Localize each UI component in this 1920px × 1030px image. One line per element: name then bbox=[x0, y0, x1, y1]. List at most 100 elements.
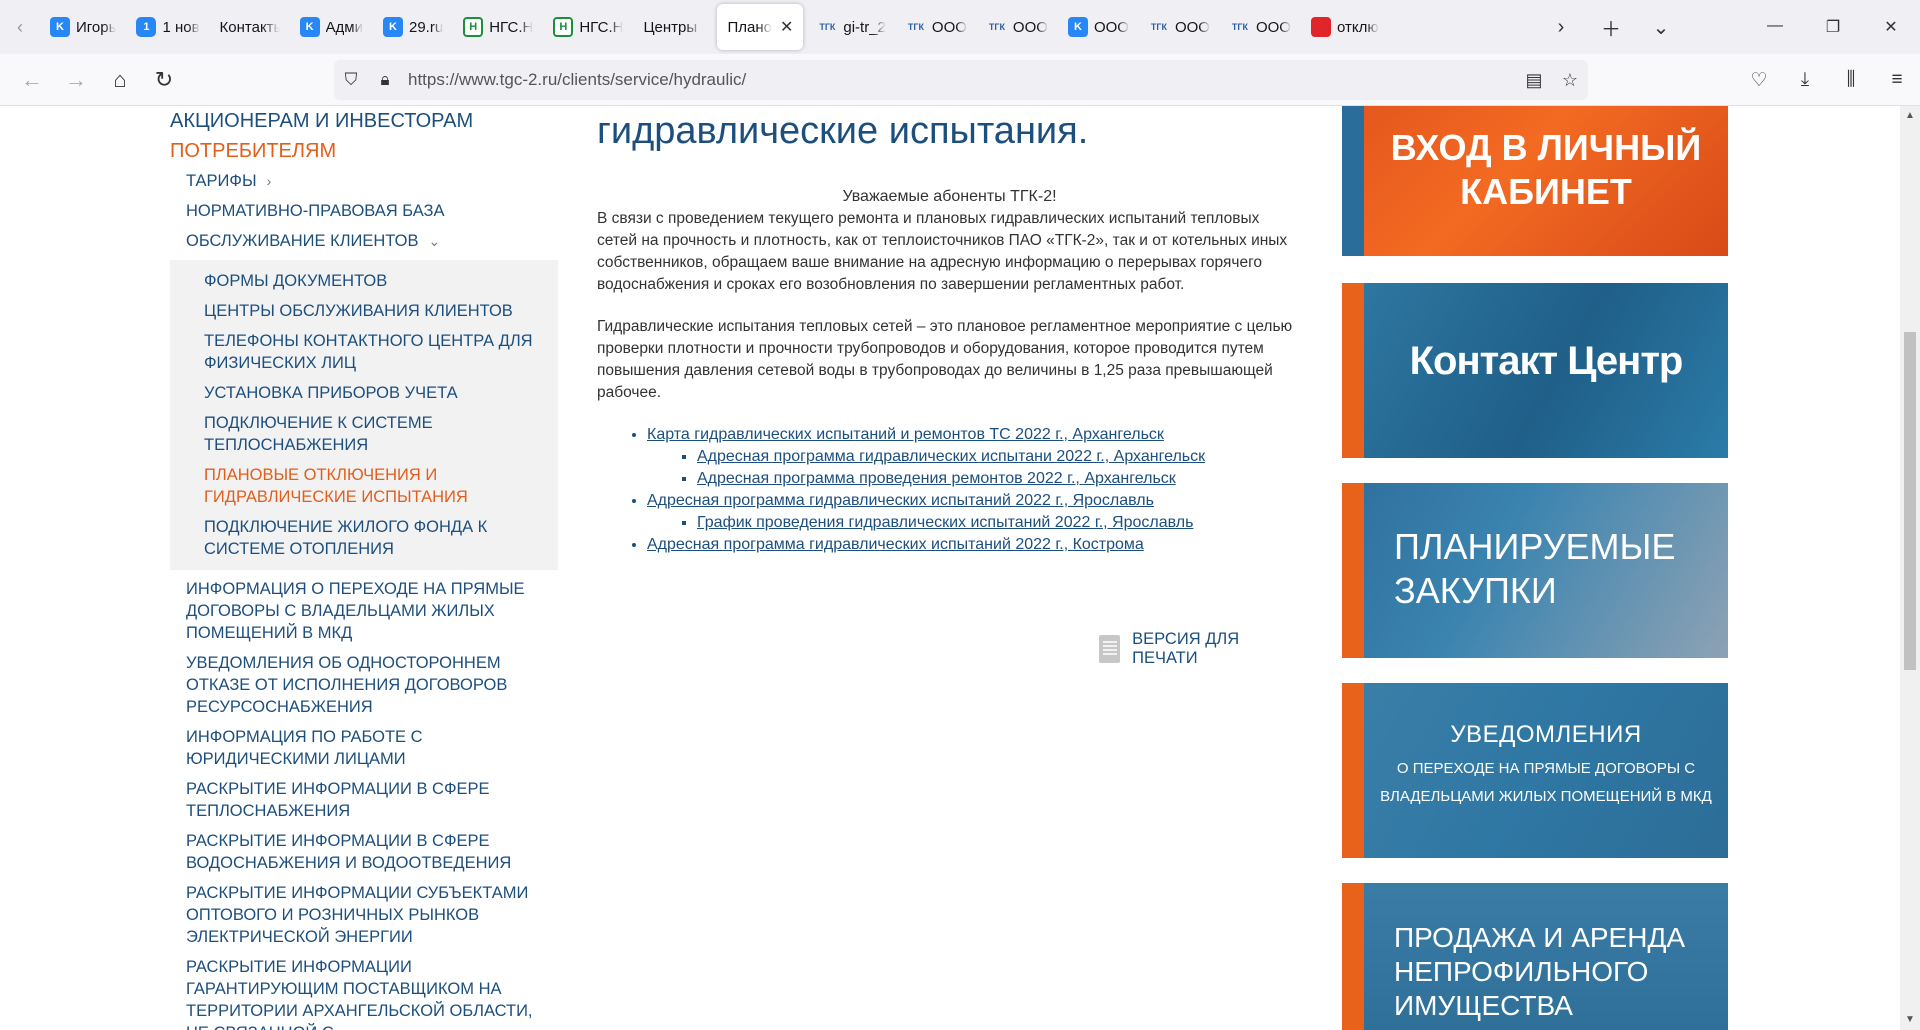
document-link[interactable]: График проведения гидравлических испытан… bbox=[697, 514, 1193, 531]
tab-title: ООО bbox=[1093, 18, 1129, 36]
tab-favicon-icon: ТГК bbox=[1231, 22, 1249, 32]
tab-active[interactable]: Плано ✕ bbox=[717, 4, 804, 50]
tab[interactable]: K 29.ru bbox=[373, 0, 453, 54]
menu-item-tariffs[interactable]: ТАРИФЫ › bbox=[168, 166, 558, 196]
document-link[interactable]: Адресная программа проведения ремонтов 2… bbox=[697, 470, 1176, 487]
tab[interactable]: Центры о bbox=[633, 0, 713, 54]
banner-personal-account[interactable]: ВХОД В ЛИЧНЫЙ КАБИНЕТ bbox=[1342, 106, 1728, 256]
tab[interactable]: K Игорь bbox=[40, 0, 126, 54]
document-link-item: Карта гидравлических испытаний и ремонто… bbox=[647, 424, 1302, 446]
printer-icon bbox=[1099, 635, 1121, 663]
main-content: гидравлические испытания. Уважаемые абон… bbox=[597, 106, 1302, 667]
tab[interactable]: ТГК ООО bbox=[977, 0, 1058, 54]
menu-section-consumers[interactable]: ПОТРЕБИТЕЛЯМ bbox=[170, 136, 558, 166]
bookmark-star-icon[interactable]: ☆ bbox=[1552, 70, 1588, 91]
submenu-item-hydraulic[interactable]: ПЛАНОВЫЕ ОТКЛЮЧЕНИЯ И ГИДРАВЛИЧЕСКИЕ ИСП… bbox=[170, 460, 558, 512]
menu-item-disclosure-heat[interactable]: РАСКРЫТИЕ ИНФОРМАЦИИ В СФЕРЕ ТЕПЛОСНАБЖЕ… bbox=[168, 774, 558, 826]
tab[interactable]: K Адми bbox=[290, 0, 373, 54]
library-icon[interactable]: ⫼ bbox=[1828, 69, 1874, 91]
menu-icon[interactable]: ≡ bbox=[1874, 69, 1920, 91]
forward-button[interactable]: → bbox=[54, 60, 98, 100]
tab-favicon-icon: K bbox=[1067, 17, 1088, 37]
submenu-item-meters[interactable]: УСТАНОВКА ПРИБОРОВ УЧЕТА bbox=[170, 378, 558, 408]
tab-title: 29.ru bbox=[409, 18, 444, 36]
tab[interactable]: ТГК ООО bbox=[1139, 0, 1220, 54]
tab-scroll-left-button[interactable]: ‹ bbox=[0, 0, 40, 54]
document-link[interactable]: Адресная программа гидравлических испыта… bbox=[647, 536, 1144, 553]
home-button[interactable]: ⌂ bbox=[98, 60, 142, 100]
tab-favicon-icon: ТГК bbox=[1150, 22, 1167, 32]
address-bar[interactable]: ⛉ 🔒︎ https://www.tgc-2.ru/clients/servic… bbox=[334, 60, 1588, 100]
menu-item-disclosure-supplier[interactable]: РАСКРЫТИЕ ИНФОРМАЦИИ ГАРАНТИРУЮЩИМ ПОСТА… bbox=[168, 952, 558, 1030]
banner-stripe bbox=[1342, 883, 1364, 1030]
downloads-icon[interactable]: ⤓ bbox=[1782, 69, 1828, 91]
print-version-label: ВЕРСИЯ ДЛЯ ПЕЧАТИ bbox=[1132, 630, 1240, 667]
submenu-item-connection[interactable]: ПОДКЛЮЧЕНИЕ К СИСТЕМЕ ТЕПЛОСНАБЖЕНИЯ bbox=[170, 408, 558, 460]
tab-favicon-icon: K bbox=[50, 17, 70, 37]
banner-contact-center[interactable]: Контакт Центр bbox=[1342, 283, 1728, 458]
tab-favicon-icon: 1 bbox=[136, 17, 157, 37]
tab-favicon-icon: Н bbox=[553, 17, 574, 37]
tab-title: ООО bbox=[931, 18, 967, 36]
lock-icon[interactable]: 🔒︎ bbox=[368, 70, 402, 90]
submenu-item-phones[interactable]: ТЕЛЕФОНЫ КОНТАКТНОГО ЦЕНТРА ДЛЯ ФИЗИЧЕСК… bbox=[170, 326, 558, 378]
tab[interactable]: ТГК ООО bbox=[896, 0, 977, 54]
back-button[interactable]: ← bbox=[10, 60, 54, 100]
document-link[interactable]: Адресная программа гидравлических испыта… bbox=[697, 448, 1205, 465]
menu-item-disclosure-water[interactable]: РАСКРЫТИЕ ИНФОРМАЦИИ В СФЕРЕ ВОДОСНАБЖЕН… bbox=[168, 826, 558, 878]
tab-title: Плано bbox=[727, 18, 772, 36]
tab[interactable]: Н НГС.Н bbox=[543, 0, 633, 54]
tab[interactable]: Н НГС.Н bbox=[453, 0, 543, 54]
tab-title: gi-tr_2 bbox=[843, 18, 886, 36]
submenu-item-forms[interactable]: ФОРМЫ ДОКУМЕНТОВ bbox=[170, 266, 558, 296]
minimize-button[interactable]: — bbox=[1746, 17, 1804, 37]
tab-scroll-right-button[interactable]: › bbox=[1536, 16, 1586, 39]
page-title: гидравлические испытания. bbox=[597, 110, 1089, 152]
close-tab-icon[interactable]: ✕ bbox=[780, 17, 793, 37]
menu-item-service[interactable]: ОБСЛУЖИВАНИЕ КЛИЕНТОВ ⌄ bbox=[168, 226, 558, 256]
url-text[interactable]: https://www.tgc-2.ru/clients/service/hyd… bbox=[408, 70, 1516, 90]
submenu-item-centers[interactable]: ЦЕНТРЫ ОБСЛУЖИВАНИЯ КЛИЕНТОВ bbox=[170, 296, 558, 326]
page-scrollbar[interactable]: ▲ ▼ bbox=[1900, 106, 1920, 1030]
document-link[interactable]: Адресная программа гидравлических испыта… bbox=[647, 492, 1154, 509]
tab[interactable]: Контакты bbox=[210, 0, 290, 54]
web-page: АКЦИОНЕРАМ И ИНВЕСТОРАМ ПОТРЕБИТЕЛЯМ ТАР… bbox=[0, 106, 1900, 1030]
tab-title: Центры о bbox=[643, 18, 704, 36]
document-link-item: Адресная программа гидравлических испыта… bbox=[697, 446, 1302, 468]
scroll-down-arrow-icon[interactable]: ▼ bbox=[1900, 1010, 1920, 1030]
new-tab-button[interactable]: ＋ bbox=[1586, 13, 1636, 42]
menu-item-notifications[interactable]: УВЕДОМЛЕНИЯ ОБ ОДНОСТОРОННЕМ ОТКАЗЕ ОТ И… bbox=[168, 648, 558, 722]
definition-paragraph: Гидравлические испытания тепловых сетей … bbox=[597, 318, 1293, 401]
tab-favicon-icon: ТГК bbox=[988, 22, 1005, 32]
tab-title: Игорь bbox=[76, 18, 117, 36]
menu-item-direct-contracts[interactable]: ИНФОРМАЦИЯ О ПЕРЕХОДЕ НА ПРЯМЫЕ ДОГОВОРЫ… bbox=[168, 574, 558, 648]
tab[interactable]: ТГК ООО bbox=[1220, 0, 1301, 54]
pocket-icon[interactable]: ♡ bbox=[1736, 69, 1782, 92]
banner-notifications[interactable]: УВЕДОМЛЕНИЯ О ПЕРЕХОДЕ НА ПРЯМЫЕ ДОГОВОР… bbox=[1342, 683, 1728, 858]
scrollbar-thumb[interactable] bbox=[1904, 332, 1916, 670]
tab[interactable]: K ООО bbox=[1058, 0, 1139, 54]
banner-title: УВЕДОМЛЕНИЯ bbox=[1450, 721, 1642, 748]
list-tabs-button[interactable]: ⌄ bbox=[1636, 15, 1686, 40]
banner-property-sale[interactable]: ПРОДАЖА И АРЕНДА НЕПРОФИЛЬНОГО ИМУЩЕСТВА bbox=[1342, 883, 1728, 1030]
shield-icon[interactable]: ⛉ bbox=[334, 70, 368, 90]
print-version-link[interactable]: ВЕРСИЯ ДЛЯ ПЕЧАТИ bbox=[1099, 630, 1302, 668]
restore-button[interactable]: ❐ bbox=[1804, 17, 1862, 37]
tab[interactable]: 1 1 нов bbox=[126, 0, 209, 54]
menu-item-legal[interactable]: НОРМАТИВНО-ПРАВОВАЯ БАЗА bbox=[168, 196, 558, 226]
scroll-up-arrow-icon[interactable]: ▲ bbox=[1900, 106, 1920, 126]
tab[interactable]: ТГК gi-tr_2 bbox=[807, 0, 896, 54]
document-link-item: Адресная программа проведения ремонтов 2… bbox=[697, 468, 1302, 490]
banner-procurement[interactable]: ПЛАНИРУЕМЫЕ ЗАКУПКИ bbox=[1342, 483, 1728, 658]
reload-button[interactable]: ↻ bbox=[142, 60, 186, 100]
window-controls: — ❐ ✕ bbox=[1746, 17, 1920, 37]
close-window-button[interactable]: ✕ bbox=[1862, 17, 1920, 37]
document-link[interactable]: Карта гидравлических испытаний и ремонто… bbox=[647, 426, 1164, 443]
tab[interactable]: отклю bbox=[1301, 0, 1389, 54]
reader-view-icon[interactable]: ▤ bbox=[1516, 70, 1552, 91]
menu-section-investors[interactable]: АКЦИОНЕРАМ И ИНВЕСТОРАМ bbox=[170, 106, 558, 136]
menu-item-disclosure-energy[interactable]: РАСКРЫТИЕ ИНФОРМАЦИИ СУБЪЕКТАМИ ОПТОВОГО… bbox=[168, 878, 558, 952]
menu-item-label: ОБСЛУЖИВАНИЕ КЛИЕНТОВ bbox=[186, 232, 419, 250]
submenu-item-housing[interactable]: ПОДКЛЮЧЕНИЕ ЖИЛОГО ФОНДА К СИСТЕМЕ ОТОПЛ… bbox=[170, 512, 558, 564]
menu-item-legal-entities[interactable]: ИНФОРМАЦИЯ ПО РАБОТЕ С ЮРИДИЧЕСКИМИ ЛИЦА… bbox=[168, 722, 558, 774]
